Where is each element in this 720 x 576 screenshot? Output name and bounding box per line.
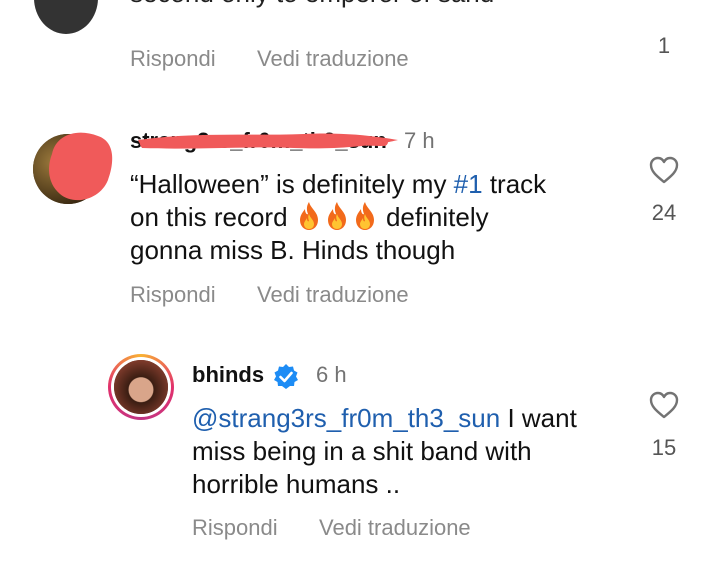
reply-button[interactable]: Rispondi	[192, 515, 278, 541]
like-count: 24	[651, 200, 677, 225]
fire-emoji-icon	[355, 202, 374, 230]
avatar[interactable]	[34, 0, 98, 34]
comment-text-cutoff: second only to emperor of sand	[130, 0, 494, 20]
translate-button[interactable]: Vedi traduzione	[257, 46, 409, 72]
avatar[interactable]	[114, 360, 168, 414]
comment-text: “Halloween” is definitely my #1 track on…	[130, 168, 630, 267]
reply-button[interactable]: Rispondi	[130, 282, 216, 308]
reply-username[interactable]: bhinds	[192, 362, 264, 387]
like-count: 1	[657, 33, 671, 58]
comment-text-line3: gonna miss B. Hinds though	[130, 235, 456, 265]
comment-text-line2: on this record	[130, 202, 295, 232]
reply-time: 6 h	[316, 362, 347, 387]
redaction-scribble	[49, 132, 113, 201]
verified-badge-icon	[272, 363, 300, 396]
comment-text-line1: “Halloween” is definitely my	[130, 169, 454, 199]
comment-text-line2b: definitely	[378, 202, 489, 232]
hashtag-link[interactable]: #1	[454, 169, 483, 199]
reply-button[interactable]: Rispondi	[130, 46, 216, 72]
like-heart-icon[interactable]	[648, 155, 680, 185]
reply-text: @strang3rs_fr0m_th3_sun I want miss bein…	[192, 402, 632, 501]
reply-text-line2: miss being in a shit band with	[192, 436, 532, 466]
mention-link[interactable]: @strang3rs_fr0m_th3_sun	[192, 403, 500, 433]
comment-text-line1b: track	[482, 169, 547, 199]
reply-text-line1: I want	[500, 403, 577, 433]
like-count: 15	[651, 435, 677, 460]
fire-emoji-icon	[327, 202, 346, 230]
reply-text-line3: horrible humans ..	[192, 469, 401, 499]
username-redaction	[138, 133, 398, 149]
comment-time: 7 h	[404, 128, 435, 153]
avatar-photo	[114, 360, 168, 414]
translate-button[interactable]: Vedi traduzione	[319, 515, 471, 541]
fire-emoji-icon	[299, 202, 318, 230]
translate-button[interactable]: Vedi traduzione	[257, 282, 409, 308]
like-heart-icon[interactable]	[648, 390, 680, 420]
